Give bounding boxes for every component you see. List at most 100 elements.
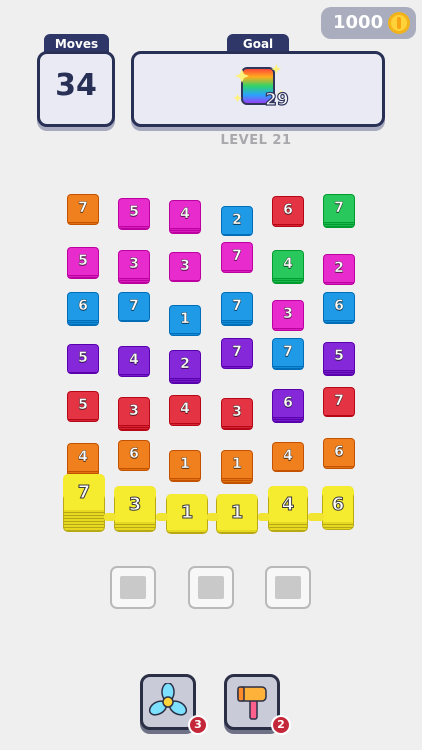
board-tile[interactable]: 3	[118, 250, 150, 284]
board-tile[interactable]: 7	[323, 387, 355, 417]
tile-number: 4	[283, 256, 293, 273]
tile-number: 4	[180, 401, 190, 418]
tile-number: 4	[283, 448, 293, 465]
tile-number: 2	[180, 356, 190, 373]
tile-connector	[308, 513, 324, 521]
tile-number: 5	[334, 348, 344, 365]
front-tile[interactable]: 7	[63, 474, 105, 532]
board-tile[interactable]: 4	[272, 250, 304, 284]
tile-number: 2	[334, 260, 344, 277]
tile-number: 4	[180, 206, 190, 223]
board-tile[interactable]: 6	[118, 440, 150, 471]
board-tile[interactable]: 4	[118, 346, 150, 377]
board-tile[interactable]: 4	[169, 200, 201, 234]
tile-number: 6	[78, 298, 88, 315]
empty-slot[interactable]	[265, 566, 311, 609]
board-tile[interactable]: 1	[169, 450, 201, 482]
board-tile[interactable]: 3	[221, 398, 253, 430]
board-tile[interactable]: 5	[323, 342, 355, 376]
tile-number: 6	[331, 494, 345, 516]
tile-number: 3	[129, 403, 139, 420]
board-tile[interactable]: 5	[67, 391, 99, 422]
front-tile[interactable]: 1	[166, 494, 208, 534]
tile-number: 5	[78, 397, 88, 414]
tile-connector	[207, 513, 219, 521]
board-tile[interactable]: 4	[67, 443, 99, 477]
tile-number: 7	[78, 200, 88, 217]
board-tile[interactable]: 2	[323, 254, 355, 285]
tile-number: 3	[232, 404, 242, 421]
board-tile[interactable]: 3	[118, 397, 150, 431]
board-tile[interactable]: 7	[221, 338, 253, 369]
board-tile[interactable]: 2	[169, 350, 201, 384]
board-tile[interactable]: 3	[169, 252, 201, 282]
tile-number: 5	[78, 253, 88, 270]
tile-number: 3	[180, 258, 190, 275]
board-tile[interactable]: 6	[323, 438, 355, 469]
tile-number: 1	[180, 311, 190, 328]
board-tile[interactable]: 6	[323, 292, 355, 324]
fan-icon	[149, 683, 187, 716]
front-tile[interactable]: 6	[322, 486, 354, 530]
tile-number: 7	[232, 248, 242, 265]
board-tile[interactable]: 7	[323, 194, 355, 228]
moves-value: 34	[55, 68, 97, 103]
tile-number: 7	[334, 200, 344, 217]
moves-panel: 34	[37, 51, 115, 127]
tile-number: 6	[283, 395, 293, 412]
coin-balance: 1000	[321, 7, 416, 39]
empty-slot[interactable]	[110, 566, 156, 609]
board-tile[interactable]: 2	[221, 206, 253, 236]
hammer-booster-count: 2	[271, 715, 291, 735]
board-tile[interactable]: 6	[67, 292, 99, 326]
tile-number: 7	[232, 298, 242, 315]
tile-number: 3	[128, 494, 142, 516]
tile-number: 3	[283, 306, 293, 323]
front-tile[interactable]: 1	[216, 494, 258, 534]
board-tile[interactable]: 1	[221, 450, 253, 484]
tile-number: 4	[78, 449, 88, 466]
tile-number: 5	[129, 204, 139, 221]
tile-number: 2	[232, 212, 242, 229]
hammer-icon	[237, 686, 267, 720]
board-tile[interactable]: 7	[221, 292, 253, 326]
board-tile[interactable]: 7	[67, 194, 99, 225]
fan-booster-button[interactable]: 3	[140, 674, 208, 735]
tile-connector	[104, 513, 116, 521]
board-tile[interactable]: 6	[272, 196, 304, 227]
fan-booster-count: 3	[188, 715, 208, 735]
coin-amount: 1000	[333, 12, 384, 33]
tile-number: 6	[334, 444, 344, 461]
tile-number: 4	[281, 494, 295, 516]
tile-number: 7	[283, 344, 293, 361]
tile-number: 5	[78, 350, 88, 367]
board-tile[interactable]: 7	[272, 338, 304, 370]
front-tile[interactable]: 3	[114, 486, 156, 532]
tile-number: 7	[129, 298, 139, 315]
board-tile[interactable]: 5	[67, 344, 99, 374]
board-tile[interactable]: 7	[118, 292, 150, 322]
tile-number: 3	[129, 256, 139, 273]
board-tile[interactable]: 3	[272, 300, 304, 331]
tile-number: 7	[232, 344, 242, 361]
tile-number: 4	[129, 352, 139, 369]
board-tile[interactable]: 5	[118, 198, 150, 230]
tile-number: 7	[334, 393, 344, 410]
board-tile[interactable]: 4	[272, 442, 304, 472]
level-indicator: LEVEL 21	[220, 133, 292, 148]
hammer-booster-button[interactable]: 2	[224, 674, 291, 735]
front-tile[interactable]: 4	[268, 486, 308, 532]
tile-number: 1	[180, 456, 190, 473]
tile-number: 6	[283, 202, 293, 219]
board-tile[interactable]: 7	[221, 242, 253, 273]
board-tile[interactable]: 5	[67, 247, 99, 279]
empty-slot[interactable]	[188, 566, 234, 609]
tile-number: 7	[77, 482, 91, 504]
tile-connector	[258, 513, 270, 521]
tile-number: 6	[334, 298, 344, 315]
board-tile[interactable]: 4	[169, 395, 201, 426]
board-tile[interactable]: 6	[272, 389, 304, 423]
board-tile[interactable]: 1	[169, 305, 201, 336]
coin-icon	[388, 12, 410, 34]
tile-number: 1	[232, 456, 242, 473]
